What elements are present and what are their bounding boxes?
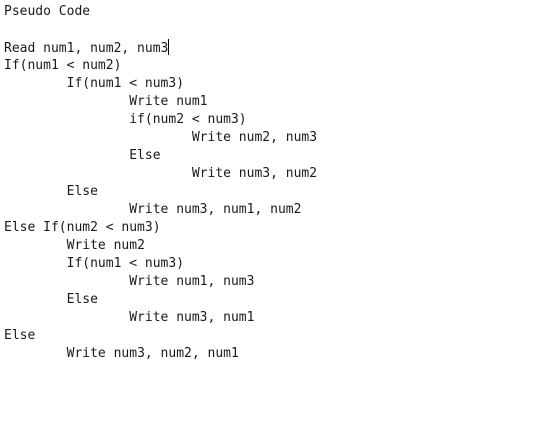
code-line: If(num1 < num3) (4, 256, 185, 271)
code-line-title: Pseudo Code (4, 4, 91, 19)
code-line-read: Read num1, num2, num3 (4, 39, 537, 57)
code-line: Write num3, num2, num1 (4, 346, 239, 361)
code-line: Else If(num2 < num3) (4, 220, 161, 235)
code-line: Write num2 (4, 238, 145, 253)
code-line: Write num3, num2 (4, 166, 318, 181)
text-cursor (168, 39, 170, 55)
code-line-read-text: Read num1, num2, num3 (4, 41, 169, 56)
code-line: Write num1 (4, 94, 208, 109)
text-editor-area[interactable]: Pseudo Code Read num1, num2, num3 If(num1 … (0, 0, 537, 428)
code-line: Else (4, 292, 98, 307)
code-line: Else (4, 184, 98, 199)
code-line: Else (4, 328, 36, 343)
code-line: If(num1 < num3) (4, 76, 185, 91)
code-line: Write num3, num1, num2 (4, 202, 302, 217)
code-line: If(num1 < num2) (4, 58, 122, 73)
code-line: Write num1, num3 (4, 274, 255, 289)
pseudo-code-text[interactable]: Pseudo Code Read num1, num2, num3 If(num1 … (0, 0, 537, 363)
code-line: Else (4, 148, 161, 163)
code-line: if(num2 < num3) (4, 112, 247, 127)
code-line: Write num3, num1 (4, 310, 255, 325)
code-line: Write num2, num3 (4, 130, 318, 145)
